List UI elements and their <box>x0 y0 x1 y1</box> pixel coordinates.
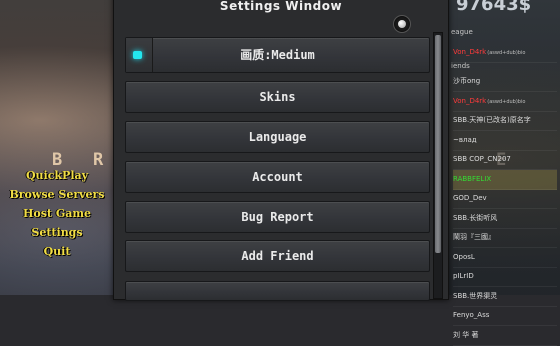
friend-row[interactable]: RABBFELIX <box>453 169 557 190</box>
friend-name: SBB.天神(已改名)原名字 <box>453 116 531 124</box>
friend-name: OposL <box>453 252 475 261</box>
friend-row[interactable]: 刘 华 著 <box>453 326 557 346</box>
friend-row[interactable]: Von_D4rk(aswd+dub)bio <box>453 92 557 112</box>
friend-name: 刘 华 著 <box>453 330 479 339</box>
button-label: Language <box>248 130 307 144</box>
settings-window: Settings Window 画质:Medium Skins Language… <box>113 0 449 301</box>
add-friend-button[interactable]: Add Friend <box>125 240 430 272</box>
friend-name: RABBFELIX <box>453 174 492 183</box>
menu-item-settings[interactable]: Settings <box>2 223 112 242</box>
friend-row[interactable]: Fenyo_Ass <box>453 306 557 326</box>
language-button[interactable]: Language <box>125 121 430 153</box>
friend-row[interactable]: SBB.世界渠灵 <box>453 287 557 307</box>
friend-row[interactable]: 沙币ong <box>453 72 557 92</box>
league-label: eague <box>451 28 473 36</box>
menu-item-host-game[interactable]: Host Game <box>2 204 112 223</box>
next-setting-button[interactable] <box>125 281 430 301</box>
friend-name: ~влад <box>453 135 477 144</box>
friend-subtext: (aswd+dub)bio <box>487 98 526 105</box>
friends-panel: eague iends Von_D4rk(aswd+dub)bio 沙币ong Vo… <box>447 0 560 346</box>
button-label: Add Friend <box>241 249 314 263</box>
friend-name: Von_D4rk <box>453 48 487 56</box>
main-menu: QuickPlay Browse Servers Host Game Setti… <box>2 166 112 261</box>
friends-label: iends <box>451 62 470 70</box>
graphics-quality-button[interactable]: 画质:Medium <box>125 37 430 73</box>
menu-item-browse-servers[interactable]: Browse Servers <box>2 185 112 204</box>
friend-subtext: (aswd+dub)bio <box>487 50 526 56</box>
button-label: Account <box>252 170 303 184</box>
friend-name: pILrID <box>453 272 474 280</box>
friend-row[interactable]: SBB.天神(已改名)原名字 <box>453 111 557 131</box>
button-label: Skins <box>259 90 296 104</box>
account-button[interactable]: Account <box>125 161 430 193</box>
friend-name: GOD_Dev <box>453 194 487 202</box>
toggle-box <box>126 38 153 72</box>
friend-name: Von_D4rk <box>453 96 487 105</box>
friend-row[interactable]: ~влад <box>453 131 557 151</box>
friend-row[interactable]: SBB COP_CN207 <box>453 150 557 170</box>
friend-row[interactable]: OposL <box>453 248 557 268</box>
friend-row[interactable]: Von_D4rk(aswd+dub)bio <box>453 43 557 63</box>
friend-row[interactable]: SBB.长街听风 <box>453 209 557 229</box>
money-counter: 97643$ <box>456 0 532 15</box>
menu-item-quickplay[interactable]: QuickPlay <box>2 166 112 185</box>
friend-name: SBB.世界渠灵 <box>453 291 498 300</box>
friend-name: Fenyo_Ass <box>453 311 490 319</box>
friend-row[interactable]: 鬧羽『三國』 <box>453 228 557 248</box>
friend-row[interactable]: pILrID <box>453 267 557 287</box>
friend-name: SBB.长街听风 <box>453 213 498 222</box>
bug-report-button[interactable]: Bug Report <box>125 201 430 233</box>
scrollbar-thumb[interactable] <box>435 35 441 253</box>
button-label: Bug Report <box>241 210 314 224</box>
menu-item-quit[interactable]: Quit <box>2 242 112 261</box>
window-title: Settings Window <box>219 0 343 13</box>
button-label: 画质:Medium <box>240 48 315 62</box>
friend-name: 鬧羽『三國』 <box>453 233 495 241</box>
friend-name: SBB COP_CN207 <box>453 155 511 163</box>
close-button[interactable] <box>393 15 411 33</box>
scrollbar[interactable] <box>433 32 443 299</box>
skins-button[interactable]: Skins <box>125 81 430 113</box>
status-indicator-icon <box>133 51 142 59</box>
friend-name: 沙币ong <box>453 77 481 85</box>
friend-row[interactable]: GOD_Dev <box>453 189 557 209</box>
close-icon <box>398 20 406 28</box>
